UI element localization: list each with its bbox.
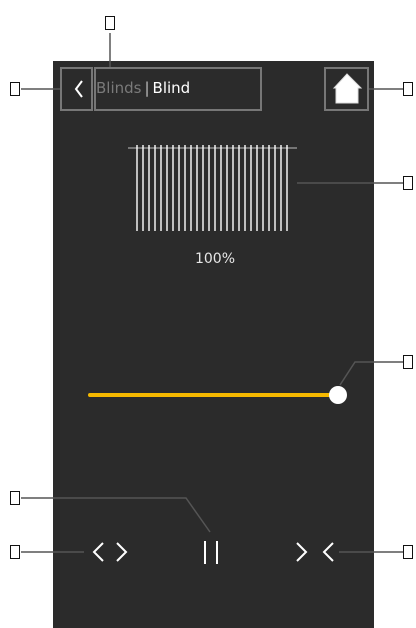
callout-marker xyxy=(403,82,413,96)
position-slider[interactable] xyxy=(0,0,416,628)
callout-marker xyxy=(403,355,413,369)
callout-marker xyxy=(10,82,20,96)
callout-marker xyxy=(403,176,413,190)
slider-thumb[interactable] xyxy=(329,386,347,404)
callout-marker xyxy=(10,545,20,559)
callout-marker xyxy=(403,545,413,559)
callout-marker xyxy=(10,491,20,505)
callout-marker xyxy=(105,16,115,30)
